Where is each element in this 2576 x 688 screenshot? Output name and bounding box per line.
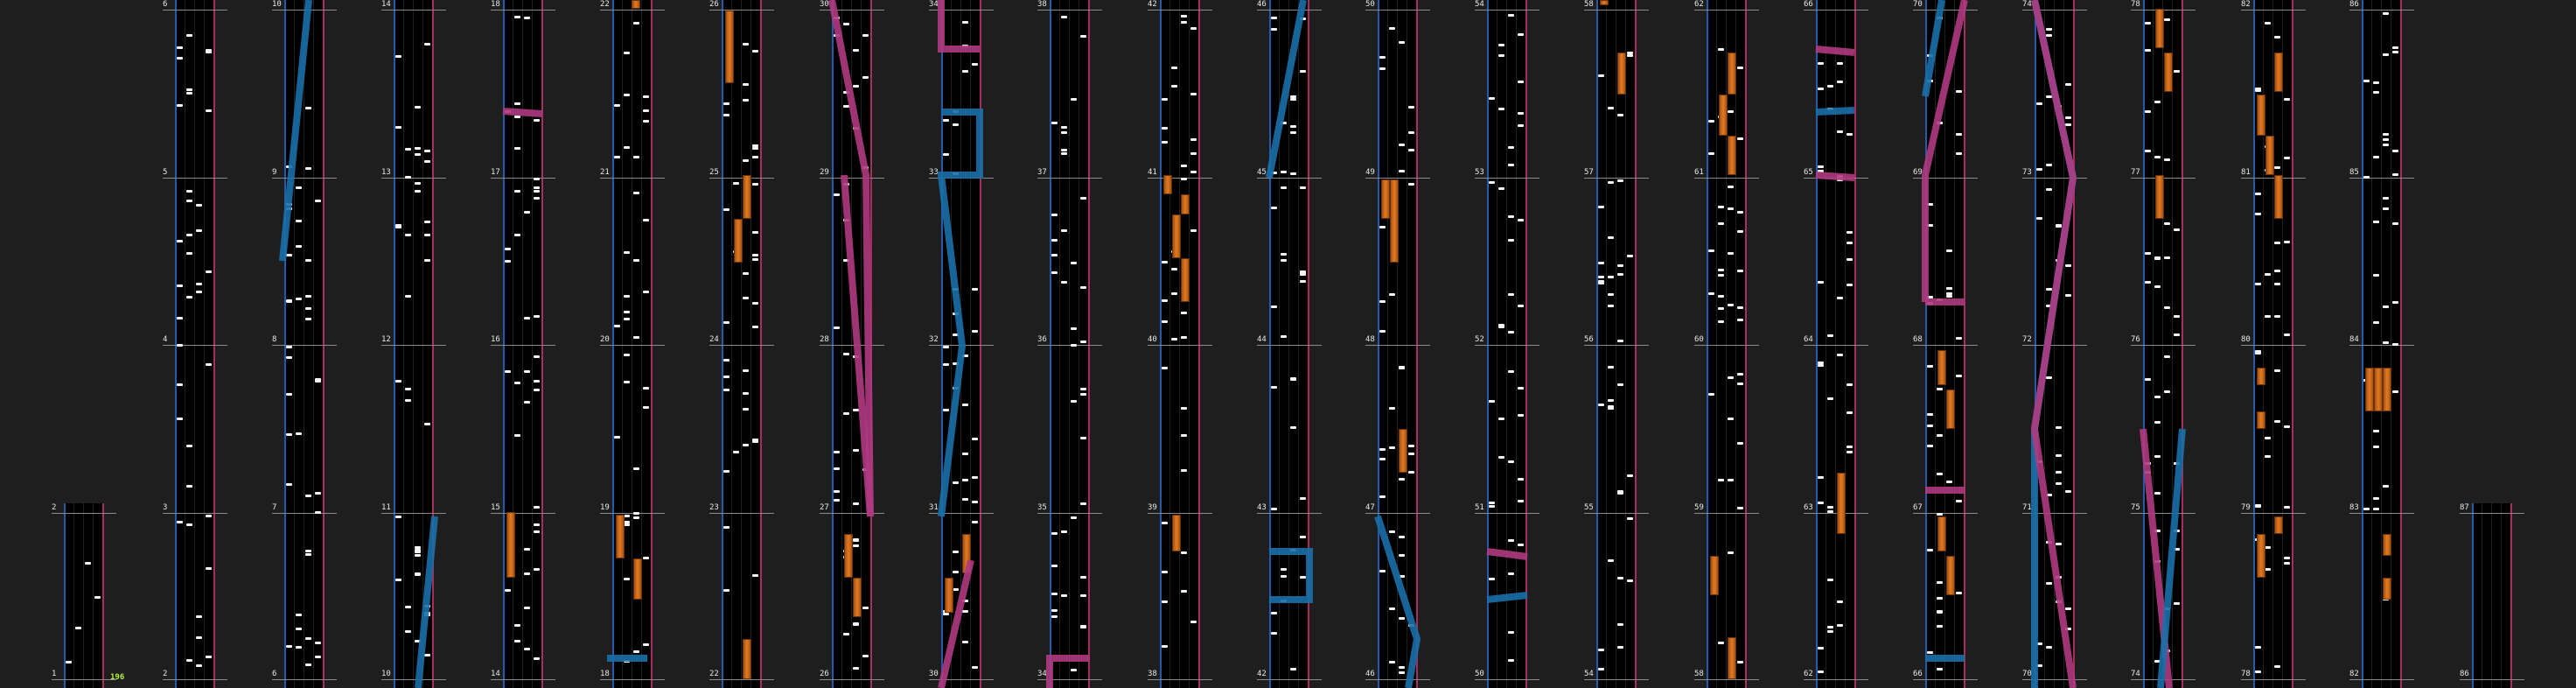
slide-path	[1815, 172, 1855, 181]
slide-path	[415, 516, 438, 688]
slide-path	[1269, 548, 1313, 603]
chart-preview-canvas: 196 2 1 2 3 4 5 6 6 7 8 9 10 10 11 12 13 14 14 15 16 17 18 18 1…	[0, 0, 2576, 688]
slide-path	[279, 0, 312, 262]
slide-path	[938, 0, 980, 53]
slide-path	[502, 108, 543, 117]
slide-path	[938, 559, 974, 688]
slide-path	[1046, 655, 1089, 688]
slide-path	[1922, 0, 1945, 97]
slide-path	[1815, 107, 1855, 116]
slide-path	[1815, 46, 1855, 56]
slide-paths	[279, 0, 2186, 688]
slide-path	[1486, 548, 1528, 560]
slide-path	[1266, 0, 1307, 179]
slide-path	[2030, 0, 2077, 688]
slide-path	[937, 109, 983, 517]
slide-path	[2157, 428, 2186, 688]
slide-path	[1374, 515, 1421, 688]
slide-path	[1486, 592, 1528, 603]
